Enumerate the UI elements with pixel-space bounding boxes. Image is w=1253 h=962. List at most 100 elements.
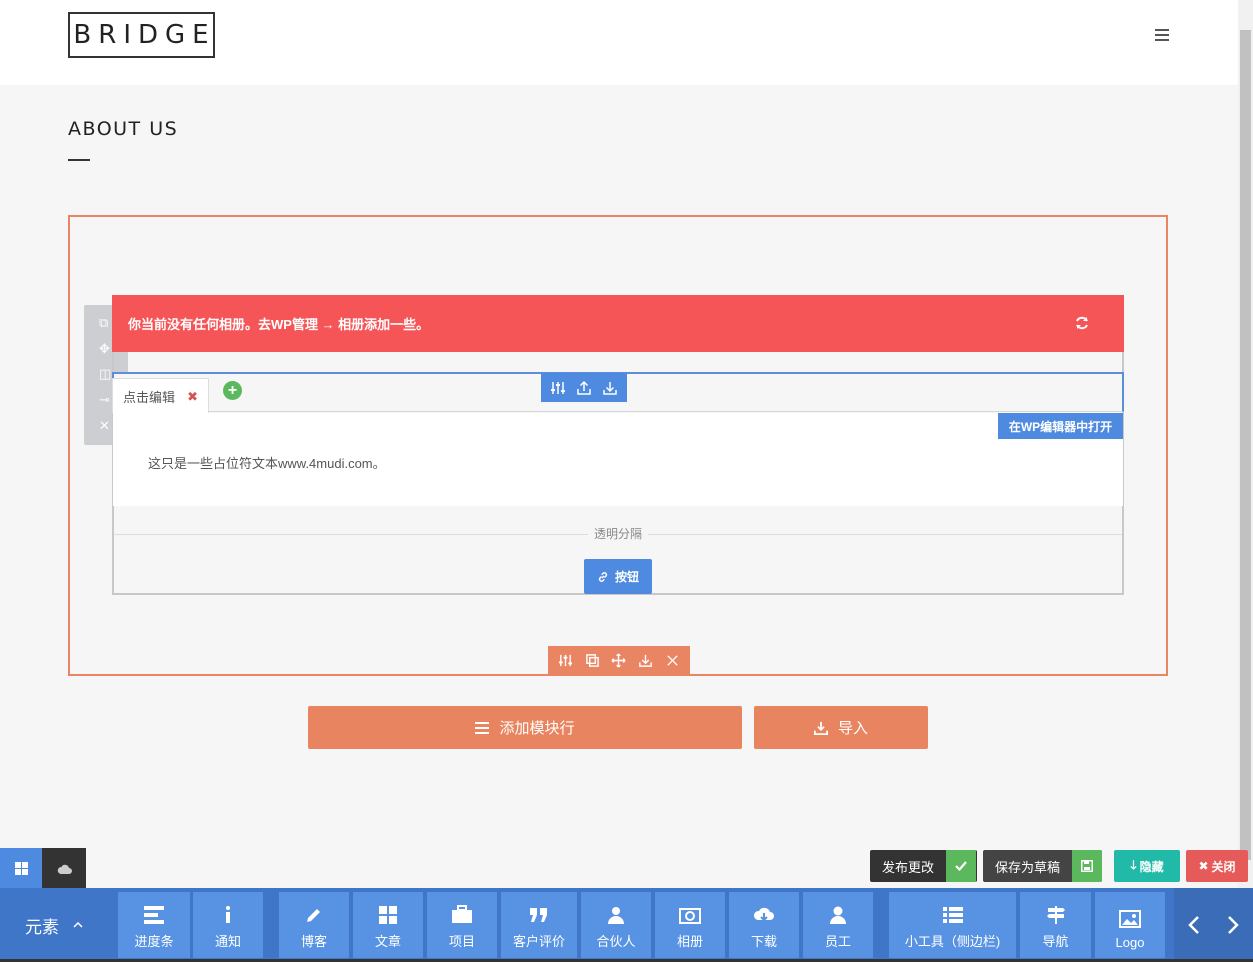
element-label: 小工具（侧边栏)	[904, 934, 1001, 949]
element-label: 文章	[374, 934, 401, 949]
delete-icon[interactable]: ✕	[99, 418, 110, 434]
close-icon[interactable]	[665, 653, 680, 668]
publish-changes-button[interactable]: 发布更改	[870, 850, 977, 882]
element-projects[interactable]: 项目	[427, 892, 497, 958]
add-row-button[interactable]: 添加模块行	[308, 706, 742, 749]
user-icon	[830, 906, 846, 924]
element-label: 进度条	[134, 934, 174, 949]
tab-close-icon[interactable]: ✖	[187, 389, 198, 405]
grid-icon	[379, 906, 397, 924]
refresh-icon[interactable]	[1074, 315, 1090, 331]
import-label: 导入	[837, 720, 868, 737]
floppy-icon	[1072, 850, 1102, 882]
chevron-up-icon	[73, 922, 83, 928]
add-tab-icon[interactable]: +	[223, 381, 242, 400]
element-logo[interactable]: Logo	[1095, 892, 1165, 958]
hide-button[interactable]: 🡓 隐藏	[1114, 850, 1180, 882]
download-icon	[813, 721, 828, 735]
sliders-icon[interactable]	[558, 653, 573, 668]
tab-label: 点击编辑	[123, 389, 176, 405]
hamburger-menu-icon[interactable]	[1155, 29, 1169, 41]
rows-icon	[475, 721, 490, 734]
chevron-left-icon[interactable]	[1187, 915, 1201, 935]
page-title: ABOUT US	[68, 118, 179, 140]
check-icon	[946, 850, 977, 882]
clone-icon[interactable]: ⧉	[99, 315, 108, 331]
tab-content[interactable]: 这只是一些占位符文本www.4mudi.com。	[113, 413, 1123, 506]
placeholder-text[interactable]: 这只是一些占位符文本www.4mudi.com。	[148, 453, 386, 472]
site-header: BRIDGE	[0, 0, 1238, 85]
element-label: Logo	[1115, 935, 1145, 950]
separator-label[interactable]: 透明分隔	[588, 525, 649, 542]
clone-icon[interactable]	[585, 653, 600, 668]
element-posts[interactable]: 文章	[353, 892, 423, 958]
progress-bar-icon	[144, 906, 164, 924]
info-icon	[226, 906, 230, 923]
move-icon[interactable]	[611, 653, 627, 668]
element-label: 相册	[676, 934, 703, 949]
element-download[interactable]: 下载	[729, 892, 799, 958]
cloud-download-icon	[753, 907, 774, 922]
elements-label: 元素	[25, 917, 59, 937]
title-underline	[68, 159, 90, 161]
element-progress-bar[interactable]: 进度条	[118, 892, 190, 958]
download-icon[interactable]	[638, 653, 653, 668]
save-draft-label: 保存为草稿	[995, 859, 1061, 875]
alert-no-albums: 你当前没有任何相册。去WP管理 → 相册添加一些。	[112, 295, 1124, 352]
element-label: 下载	[750, 934, 777, 949]
button-element[interactable]: 按钮	[584, 559, 652, 594]
close-icon: ✖	[1198, 859, 1209, 873]
cloud-mode-button[interactable]	[42, 848, 86, 888]
element-partners[interactable]: 合伙人	[581, 892, 651, 958]
quote-icon	[530, 908, 547, 922]
add-row-label: 添加模块行	[499, 720, 575, 737]
image-icon	[1119, 910, 1141, 928]
grid-icon	[14, 861, 28, 875]
columns-icon[interactable]: ◫	[99, 366, 111, 382]
section-toolbar	[548, 646, 690, 675]
save-draft-button[interactable]: 保存为草稿	[983, 850, 1102, 882]
list-icon	[942, 907, 963, 923]
element-toolbar	[541, 373, 627, 402]
sliders-icon[interactable]	[550, 380, 566, 396]
scrollbar-thumb[interactable]	[1240, 30, 1251, 860]
element-label: 客户评价	[512, 934, 565, 949]
link-icon	[598, 571, 608, 582]
pencil-icon	[307, 909, 320, 922]
element-label: 博客	[300, 934, 327, 949]
chevron-right-icon[interactable]	[1226, 915, 1240, 935]
element-label: 员工	[824, 934, 851, 949]
element-label: 通知	[214, 934, 241, 949]
element-widget-sidebar[interactable]: 小工具（侧边栏)	[889, 892, 1016, 958]
export-icon[interactable]	[576, 380, 592, 396]
tab-click-to-edit[interactable]: 点击编辑 ✖	[112, 378, 209, 413]
elements-pager	[1174, 888, 1253, 962]
element-blog[interactable]: 博客	[279, 892, 349, 958]
publish-label: 发布更改	[882, 859, 935, 875]
close-button[interactable]: ✖ 关闭	[1186, 850, 1248, 882]
element-staff[interactable]: 员工	[803, 892, 873, 958]
cloud-icon	[57, 864, 72, 874]
partner-icon	[608, 907, 624, 924]
camera-icon	[679, 908, 701, 924]
alert-message: 你当前没有任何相册。去WP管理 → 相册添加一些。	[128, 317, 430, 332]
open-in-wp-editor-button[interactable]: 在WP编辑器中打开	[998, 413, 1123, 439]
arrow-down-icon: 🡓	[1130, 857, 1137, 872]
download-icon[interactable]	[602, 380, 618, 396]
signpost-icon	[1046, 906, 1065, 924]
element-testimonials[interactable]: 客户评价	[501, 892, 577, 958]
import-button[interactable]: 导入	[754, 706, 928, 749]
site-logo[interactable]: BRIDGE	[68, 12, 215, 58]
hide-label: 隐藏	[1139, 859, 1164, 874]
elements-mode-button[interactable]	[0, 848, 42, 888]
close-label: 关闭	[1211, 859, 1236, 874]
element-label: 合伙人	[596, 934, 636, 949]
move-icon[interactable]: ✥	[99, 341, 110, 357]
page-scrollbar[interactable]	[1238, 0, 1253, 962]
element-notification[interactable]: 通知	[193, 892, 263, 958]
element-gallery[interactable]: 相册	[655, 892, 725, 958]
element-navigation[interactable]: 导航	[1020, 892, 1091, 958]
settings-icon[interactable]: ⊸	[99, 392, 110, 408]
element-label: 导航	[1042, 934, 1069, 949]
elements-toggle[interactable]: 元素	[0, 888, 110, 962]
